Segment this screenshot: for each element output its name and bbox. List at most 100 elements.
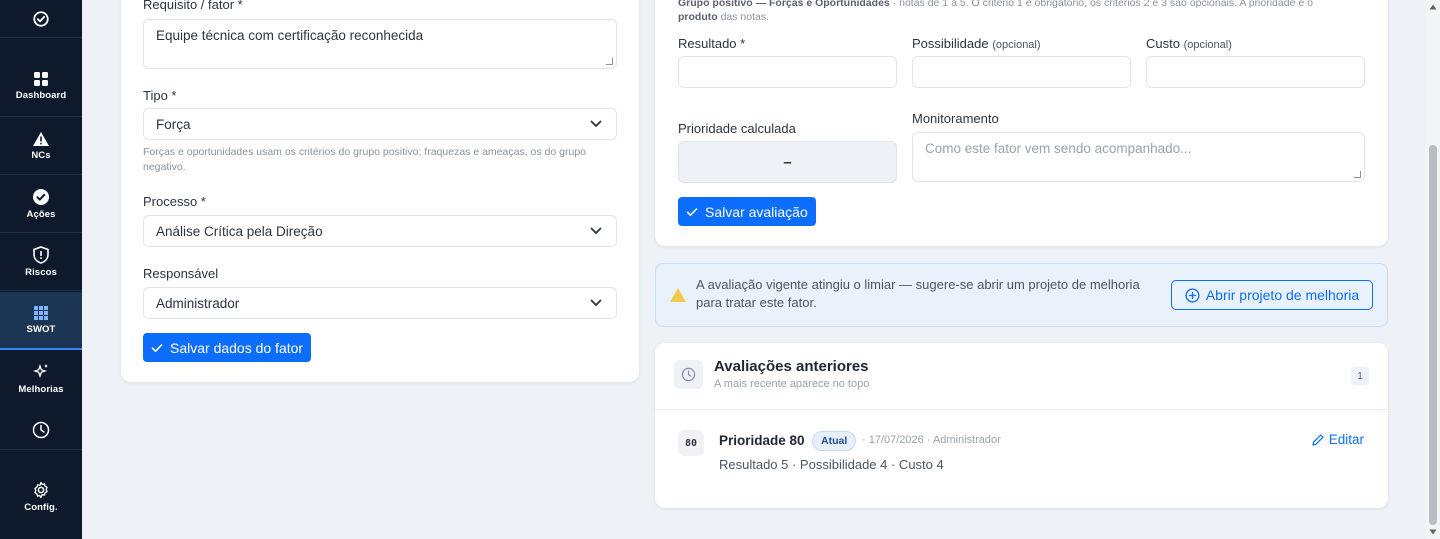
warning-icon xyxy=(670,288,686,302)
shield-alert-icon xyxy=(33,245,49,264)
note-text: · notas de 1 a 5. O critério 1 é obrigat… xyxy=(889,0,1313,9)
resize-handle[interactable] xyxy=(606,58,613,65)
swot-grid-icon xyxy=(34,306,48,320)
clock-icon xyxy=(32,421,50,438)
sidebar-item-label: Dashboard xyxy=(15,89,67,101)
sparkles-icon xyxy=(33,364,48,378)
responsavel-label: Responsável xyxy=(143,266,219,281)
requisito-label: Requisito / fator * xyxy=(143,0,243,12)
save-evaluation-label: Salvar avaliação xyxy=(705,203,808,220)
threshold-alert: A avaliação vigente atingiu o limiar — s… xyxy=(655,263,1388,327)
possibilidade-label: Possibilidade (opcional) xyxy=(912,36,1041,51)
page-scrollbar[interactable] xyxy=(1426,0,1440,539)
grid-icon xyxy=(34,71,48,86)
tipo-value: Força xyxy=(156,116,191,132)
scroll-down-arrow-icon[interactable] xyxy=(1429,529,1437,535)
save-evaluation-button[interactable]: Salvar avaliação xyxy=(678,197,816,226)
warning-icon xyxy=(33,131,49,146)
history-title: Avaliações anteriores xyxy=(714,358,869,375)
history-header: Avaliações anteriores A mais recente apa… xyxy=(655,343,1388,410)
possibilidade-label-text: Possibilidade xyxy=(912,36,989,51)
sidebar-item-melhorias[interactable]: Melhorias xyxy=(0,350,82,408)
history-entry: 80 Prioridade 80 Atual · 17/07/2026 · Ad… xyxy=(655,410,1388,508)
sidebar-item-dashboard[interactable]: Dashboard xyxy=(0,55,82,117)
clock-icon xyxy=(681,367,696,382)
sidebar: Dashboard NCs Ações Riscos SWOT Melhoria… xyxy=(0,0,82,539)
save-factor-button[interactable]: Salvar dados do fator xyxy=(143,333,312,362)
resultado-label: Resultado * xyxy=(678,36,746,51)
prioridade-value: – xyxy=(783,153,792,171)
sidebar-item-label: Riscos xyxy=(25,266,57,278)
logo-check-icon xyxy=(33,10,49,27)
sidebar-item-label: SWOT xyxy=(26,324,56,335)
note-bold-group: Grupo positivo — Forças e Oportunidades xyxy=(678,0,890,9)
processo-value: Análise Crítica pela Direção xyxy=(156,223,323,239)
sidebar-item-acoes[interactable]: Ações xyxy=(0,175,82,233)
history-clock-badge xyxy=(674,360,703,389)
resultado-input[interactable] xyxy=(678,56,897,88)
note-text-end: das notas. xyxy=(717,11,770,23)
chevron-down-icon xyxy=(590,120,602,127)
custo-input[interactable] xyxy=(1146,56,1365,88)
custo-optional: (opcional) xyxy=(1183,39,1232,51)
custo-label-text: Custo xyxy=(1146,36,1180,51)
pencil-icon xyxy=(1312,433,1324,446)
edit-entry-button[interactable]: Editar xyxy=(1311,432,1364,447)
entry-title: Prioridade 80 xyxy=(719,433,805,448)
tipo-select[interactable]: Força xyxy=(143,108,617,140)
note-bold-product: produto xyxy=(678,11,718,23)
history-count-badge: 1 xyxy=(1351,367,1369,385)
sidebar-item-label: Melhorias xyxy=(18,384,64,395)
responsavel-value: Administrador xyxy=(156,295,240,311)
tipo-help-text: Forças e oportunidades usam os critérios… xyxy=(143,146,586,173)
responsavel-select[interactable]: Administrador xyxy=(143,287,617,319)
check-icon xyxy=(151,343,163,352)
sidebar-item-label: NCs xyxy=(31,149,51,161)
check-circle-icon xyxy=(33,188,49,205)
sidebar-item-swot[interactable]: SWOT xyxy=(0,292,82,350)
sidebar-item-label: Ações xyxy=(26,208,56,220)
history-subtitle: A mais recente aparece no topo xyxy=(714,378,870,390)
sidebar-item-config[interactable]: Config. xyxy=(0,468,82,526)
scrollbar-thumb[interactable] xyxy=(1429,145,1437,525)
possibilidade-optional: (opcional) xyxy=(992,39,1041,51)
prioridade-display: – xyxy=(678,141,897,183)
save-factor-label: Salvar dados do fator xyxy=(170,339,304,356)
prioridade-label: Prioridade calculada xyxy=(678,121,796,136)
sidebar-item-riscos[interactable]: Riscos xyxy=(0,233,82,291)
score-badge: 80 xyxy=(678,430,704,456)
open-improvement-project-label: Abrir projeto de melhoria xyxy=(1205,287,1360,303)
open-improvement-project-button[interactable]: Abrir projeto de melhoria xyxy=(1171,280,1373,310)
score-value: 80 xyxy=(684,437,698,449)
status-badge: Atual xyxy=(812,431,857,451)
edit-entry-label: Editar xyxy=(1328,432,1364,447)
chevron-down-icon xyxy=(590,299,602,306)
sidebar-item-label: Config. xyxy=(24,502,58,513)
sidebar-item-ncs[interactable]: NCs xyxy=(0,117,82,175)
monitoramento-placeholder: Como este fator vem sendo acompanhado... xyxy=(925,141,1192,156)
check-icon xyxy=(686,207,698,216)
processo-label: Processo * xyxy=(143,194,206,209)
monitoramento-label: Monitoramento xyxy=(912,111,999,126)
alert-text: A avaliação vigente atingiu o limiar — s… xyxy=(696,277,1140,310)
possibilidade-input[interactable] xyxy=(912,56,1131,88)
requisito-value: Equipe técnica com certificação reconhec… xyxy=(156,28,424,43)
plus-circle-icon xyxy=(1185,287,1200,303)
entry-details: Resultado 5 · Possibilidade 4 · Custo 4 xyxy=(719,457,944,472)
processo-select[interactable]: Análise Crítica pela Direção xyxy=(143,215,617,247)
requisito-textarea[interactable]: Equipe técnica com certificação reconhec… xyxy=(143,19,617,69)
sidebar-item-history[interactable] xyxy=(0,410,82,450)
evaluation-note: Grupo positivo — Forças e Oportunidades … xyxy=(678,0,1368,24)
chevron-down-icon xyxy=(590,227,602,234)
factor-form-card: Requisito / fator * Equipe técnica com c… xyxy=(121,0,639,382)
custo-label: Custo (opcional) xyxy=(1146,36,1232,51)
tipo-label: Tipo * xyxy=(143,88,177,103)
gear-icon xyxy=(34,481,48,499)
entry-meta: · 17/07/2026 · Administrador xyxy=(862,434,1001,446)
app-logo[interactable] xyxy=(0,0,82,38)
monitoramento-textarea[interactable]: Como este fator vem sendo acompanhado... xyxy=(912,132,1365,182)
history-card: Avaliações anteriores A mais recente apa… xyxy=(655,343,1388,508)
evaluation-card: Grupo positivo — Forças e Oportunidades … xyxy=(655,0,1388,246)
resize-handle[interactable] xyxy=(1354,171,1361,178)
scroll-up-arrow-icon[interactable] xyxy=(1429,4,1437,10)
